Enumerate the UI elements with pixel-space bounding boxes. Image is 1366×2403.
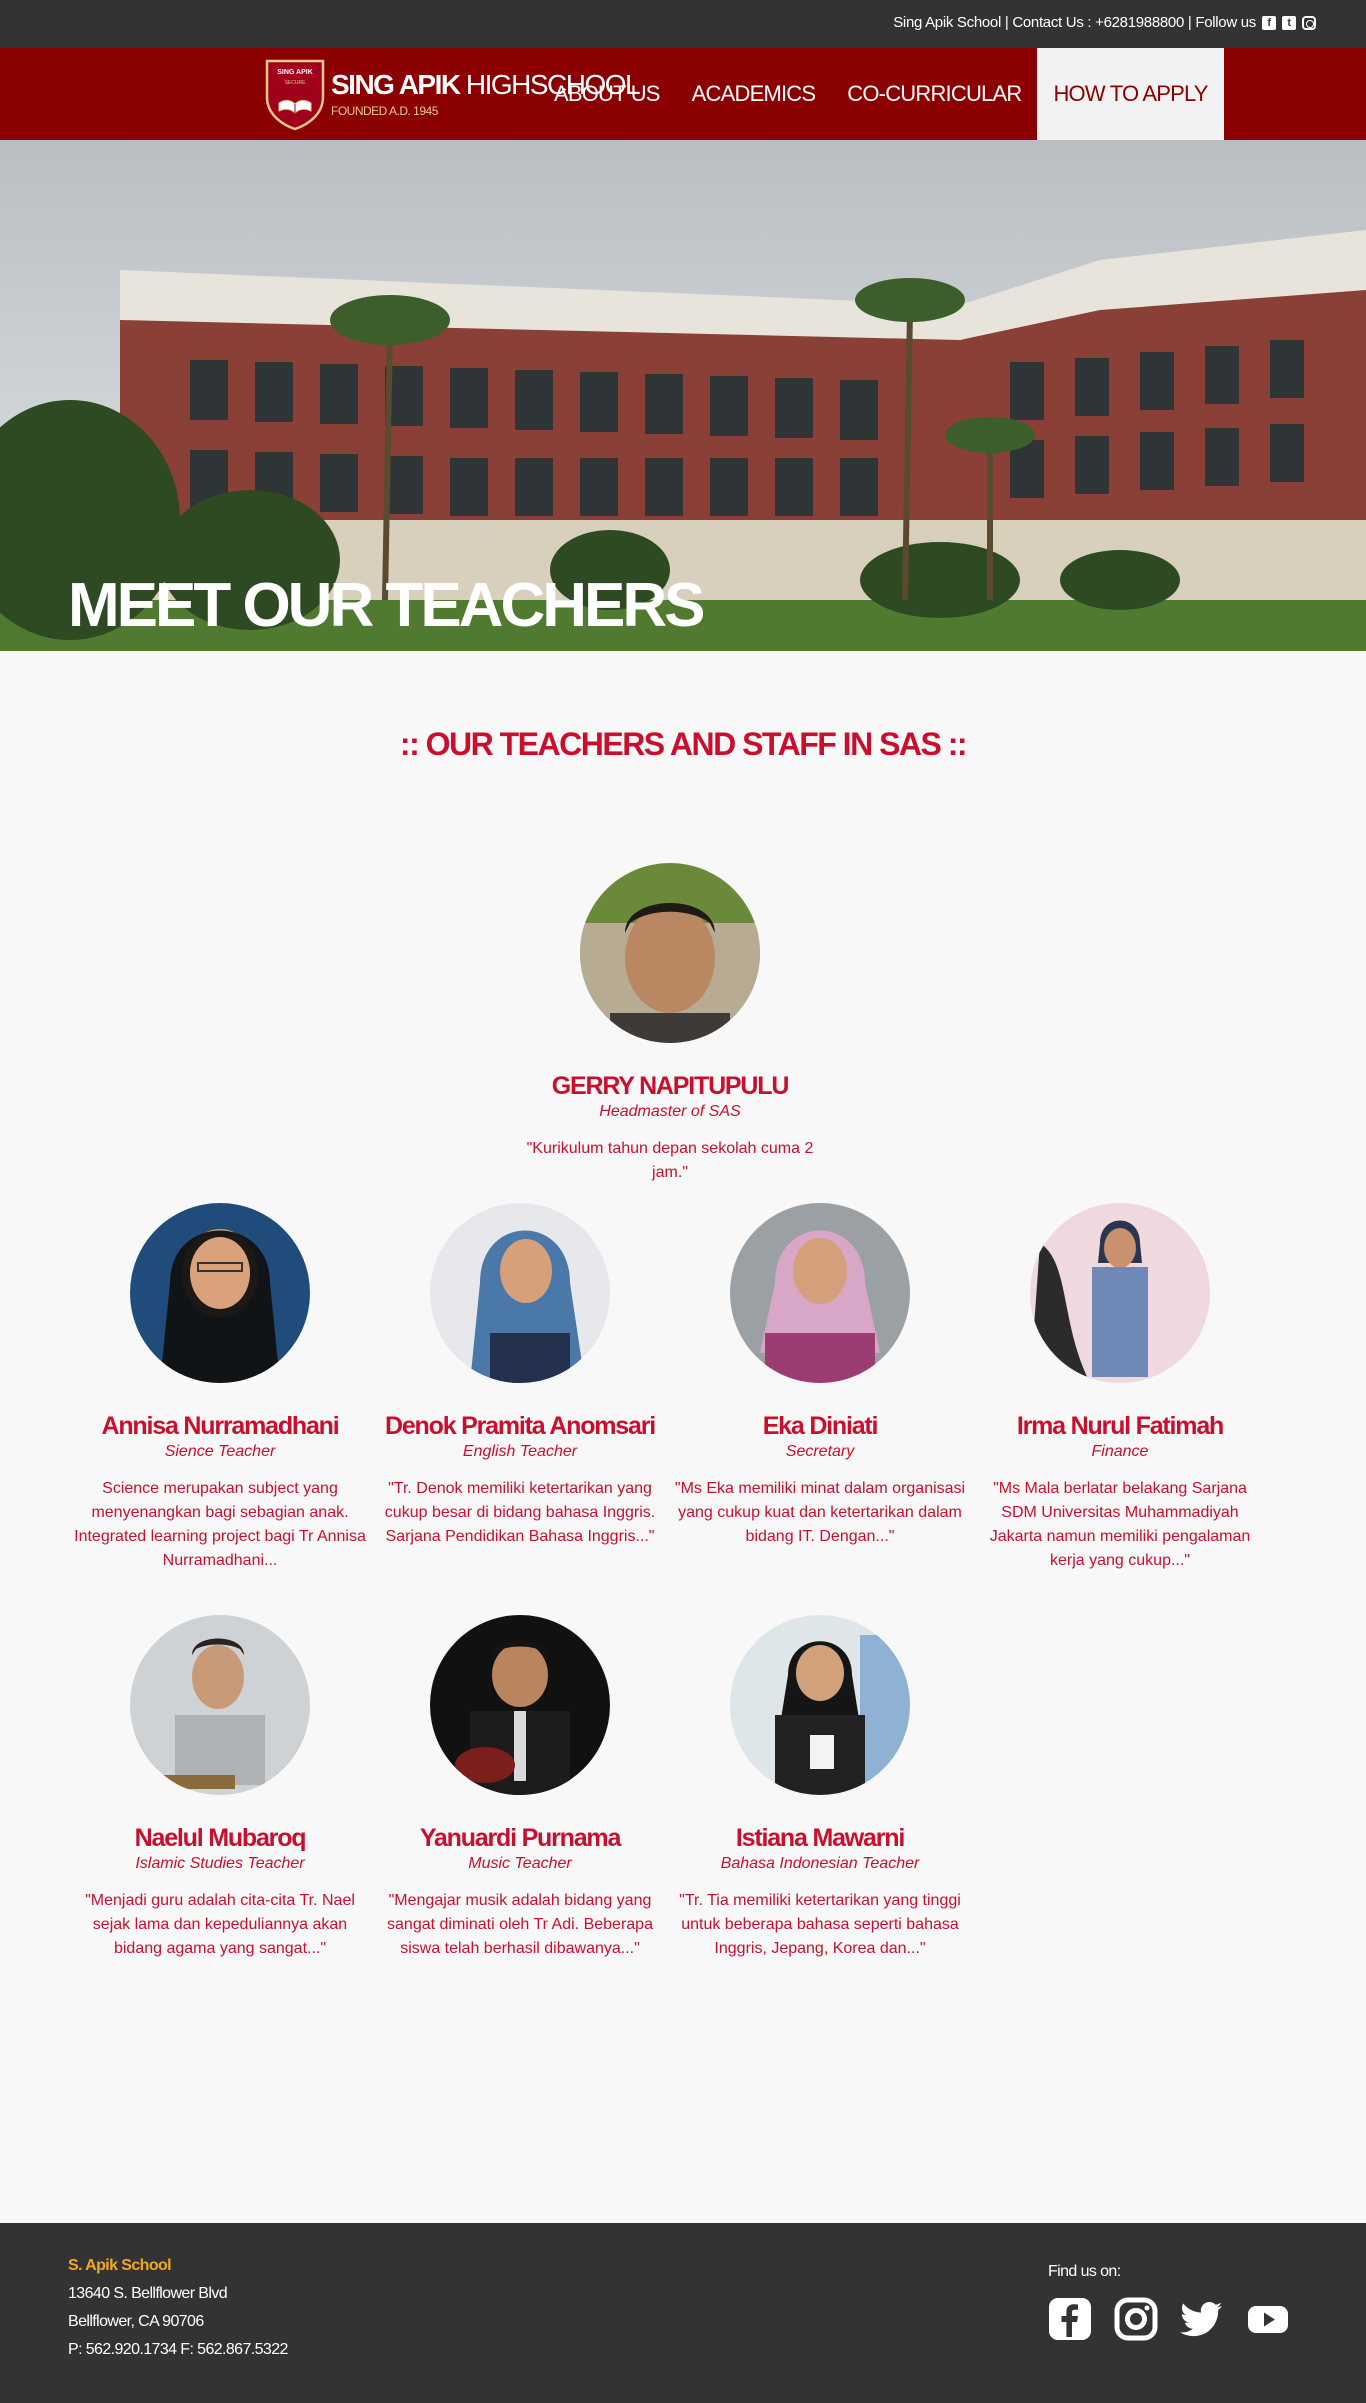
nav-co-curricular[interactable]: CO-CURRICULAR (831, 48, 1037, 140)
teacher-photo (130, 1615, 310, 1795)
teacher-role: Finance (1091, 1443, 1149, 1460)
teacher-quote: "Ms Eka memiliki minat dalam organisasi … (674, 1480, 966, 1545)
teacher-name: Yanuardi Purnama (419, 1824, 622, 1852)
footer-social-icons (1048, 2297, 1290, 2341)
footer-school-name: S. Apik School (68, 2257, 172, 2274)
teacher-quote: "Menjadi guru adalah cita-cita Tr. Nael … (85, 1892, 355, 1957)
instagram-icon[interactable] (1114, 2297, 1158, 2341)
teacher-name: Annisa Nurramadhani (101, 1412, 340, 1440)
footer-phone: P: 562.920.1734 F: 562.867.5322 (68, 2341, 288, 2358)
footer-address-line2: Bellflower, CA 90706 (68, 2313, 204, 2330)
teacher-card: Istiana Mawarni Bahasa Indonesian Teache… (670, 1615, 970, 1961)
teacher-name: Irma Nurul Fatimah (1016, 1412, 1224, 1440)
teacher-name: Denok Pramita Anomsari (385, 1412, 656, 1440)
teacher-quote: "Ms Mala berlatar belakang Sarjana SDM U… (989, 1480, 1251, 1569)
teacher-photo (730, 1615, 910, 1795)
section-heading: :: OUR TEACHERS AND STAFF IN SAS :: (399, 726, 968, 762)
teacher-role: Sience Teacher (164, 1443, 276, 1460)
twitter-icon[interactable] (1180, 2297, 1224, 2341)
teacher-photo (430, 1615, 610, 1795)
teacher-role: Bahasa Indonesian Teacher (720, 1855, 920, 1872)
headmaster-role: Headmaster of SAS (599, 1103, 741, 1120)
teacher-card: Annisa Nurramadhani Sience Teacher Scien… (70, 1203, 370, 1573)
facebook-icon[interactable]: f (1262, 15, 1276, 30)
teacher-photo (1030, 1203, 1210, 1383)
main-navbar: SING APIK SECURE SING APIK HIGHSCHOOL FO… (0, 48, 1366, 140)
teacher-card: Irma Nurul Fatimah Finance "Ms Mala berl… (970, 1203, 1270, 1573)
teacher-quote: "Mengajar musik adalah bidang yang sanga… (387, 1892, 653, 1957)
top-bar-contact: Sing Apik School | Contact Us : +6281988… (893, 14, 1316, 31)
youtube-icon[interactable] (1246, 2297, 1290, 2341)
teacher-photo (130, 1203, 310, 1383)
site-footer: S. Apik School 13640 S. Bellflower Blvd … (0, 2223, 1366, 2403)
teacher-role: English Teacher (462, 1443, 578, 1460)
teacher-name: Naelul Mubaroq (134, 1824, 307, 1852)
twitter-icon[interactable]: t (1282, 15, 1296, 30)
headmaster-quote: "Kurikulum tahun depan sekolah cuma 2 ja… (526, 1140, 814, 1181)
instagram-icon[interactable] (1302, 15, 1316, 30)
teacher-name: Eka Diniati (762, 1412, 879, 1440)
teacher-role: Islamic Studies Teacher (135, 1855, 305, 1872)
teacher-card: Naelul Mubaroq Islamic Studies Teacher "… (70, 1615, 370, 1961)
teacher-quote: "Tr. Denok memiliki ketertarikan yang cu… (384, 1480, 656, 1545)
footer-find-us: Find us on: (1048, 2263, 1121, 2280)
teacher-photo (430, 1203, 610, 1383)
headmaster-name: GERRY NAPITUPULU (551, 1072, 790, 1100)
hero-banner: MEET OUR TEACHERS (0, 140, 1366, 651)
facebook-icon[interactable] (1048, 2297, 1092, 2341)
hero-title: MEET OUR TEACHERS (68, 571, 705, 640)
teacher-quote: "Tr. Tia memiliki ketertarikan yang ting… (679, 1892, 961, 1957)
teacher-card: Eka Diniati Secretary "Ms Eka memiliki m… (670, 1203, 970, 1549)
teacher-card: Denok Pramita Anomsari English Teacher "… (370, 1203, 670, 1549)
teacher-role: Music Teacher (468, 1855, 572, 1872)
logo-title-bold: SING APIK (331, 69, 461, 100)
top-bar: Sing Apik School | Contact Us : +6281988… (0, 0, 1366, 48)
nav-menu: ABOUT US ACADEMICS CO-CURRICULAR HOW TO … (538, 48, 1224, 140)
headmaster-photo (580, 863, 760, 1043)
school-crest-icon: SING APIK SECURE (265, 59, 325, 131)
nav-academics[interactable]: ACADEMICS (676, 48, 832, 140)
teacher-card: Yanuardi Purnama Music Teacher "Mengajar… (370, 1615, 670, 1961)
crest-text-top: SING APIK (277, 69, 313, 76)
footer-address-line1: 13640 S. Bellflower Blvd (68, 2285, 228, 2302)
teacher-name: Istiana Mawarni (735, 1824, 905, 1852)
nav-how-to-apply[interactable]: HOW TO APPLY (1037, 48, 1224, 140)
nav-about-us[interactable]: ABOUT US (538, 48, 676, 140)
top-bar-text: Sing Apik School | Contact Us : +6281988… (893, 14, 1256, 31)
teacher-quote: Science merupakan subject yang menyenang… (74, 1480, 366, 1569)
teacher-role: Secretary (785, 1443, 855, 1460)
headmaster-card: GERRY NAPITUPULU Headmaster of SAS "Kuri… (520, 863, 820, 1185)
teacher-photo (730, 1203, 910, 1383)
crest-text-bottom: SECURE (285, 80, 307, 86)
